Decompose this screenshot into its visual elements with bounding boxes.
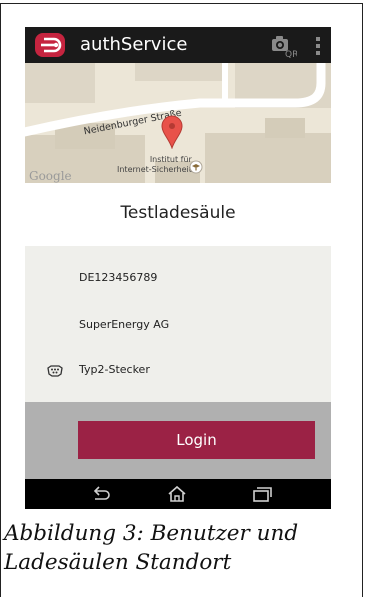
home-icon[interactable] [166,485,188,503]
qr-camera-icon[interactable]: QR [271,34,298,60]
map-poi-line1: Institut für [149,155,192,164]
station-plug-type: Typ2-Stecker [79,363,150,376]
poi-education-icon [189,160,203,174]
phone-screen: authService QR Neidenburger Straße Insti… [25,27,331,509]
map-poi-line2: Internet-Sicherheit [117,165,192,174]
recents-icon[interactable] [250,485,272,503]
map-attribution: Google [29,169,72,183]
action-bar: authService QR [25,27,331,63]
back-icon[interactable] [90,485,112,503]
figure-frame-left [0,3,1,597]
location-map[interactable]: Neidenburger Straße Institut für Interne… [25,63,331,183]
login-button[interactable]: Login [78,421,315,459]
figure-caption-line1: Abbildung 3: Benutzer und [4,521,299,546]
plug-icon [47,362,63,377]
app-title: authService [80,34,188,55]
map-poi-label: Institut für Internet-Sicherheit [117,155,192,175]
figure-caption-line2: Ladesäulen Standort [4,550,232,575]
station-name: Testladesäule [120,203,236,223]
location-pin-icon[interactable] [161,115,183,149]
station-details: DE123456789 SuperEnergy AG Typ2-Stecker [25,246,331,402]
figure-frame-right [362,3,363,597]
figure-frame-top [0,3,362,4]
system-nav-bar [25,479,331,509]
station-operator: SuperEnergy AG [79,318,170,331]
app-logo-icon[interactable] [35,33,65,57]
overflow-menu-icon[interactable] [315,36,321,56]
qr-badge-label: QR [285,50,297,58]
figure-caption: Abbildung 3: Benutzer und Ladesäulen Sta… [4,519,359,577]
station-id: DE123456789 [79,271,158,284]
